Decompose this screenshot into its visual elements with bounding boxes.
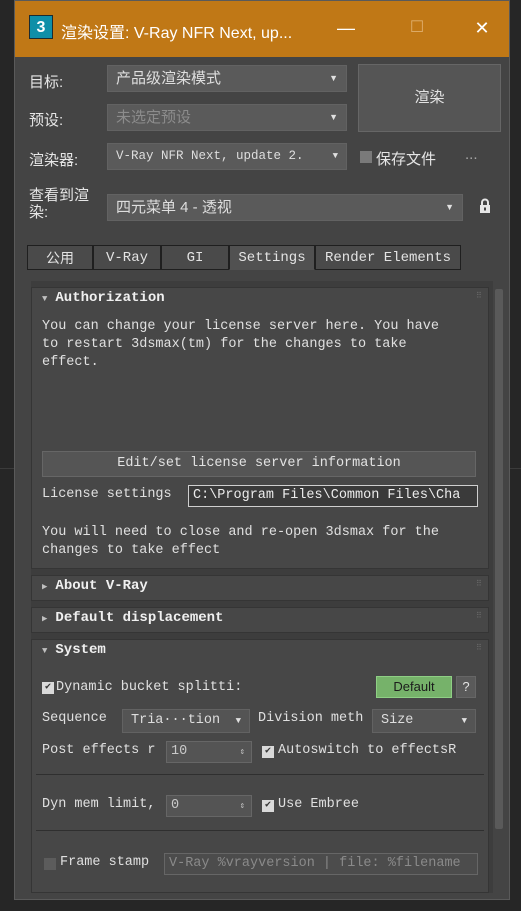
default-displacement-title: Default displacement	[55, 610, 224, 626]
text-line: You will need to close and re-open 3dsma…	[42, 525, 439, 540]
spinner-icon[interactable]: ⇕	[240, 796, 245, 816]
collapse-icon: ▶	[42, 614, 48, 624]
authorization-section: ▼ Authorization ⠿ You can change your lic…	[31, 287, 489, 569]
target-value: 产品级渲染模式	[116, 70, 222, 87]
view-label-line2: 染:	[29, 204, 49, 221]
save-file-checkbox[interactable]	[360, 151, 372, 163]
more-button[interactable]: ...	[465, 146, 478, 163]
tab-vray[interactable]: V-Ray	[93, 245, 161, 270]
frame-stamp-label: Frame stamp	[60, 855, 150, 870]
post-effects-value: 10	[171, 744, 188, 759]
maximize-button[interactable]: ☐	[402, 15, 432, 41]
target-label: 目标:	[29, 74, 64, 91]
expand-icon: ▼	[42, 646, 48, 656]
post-effects-spinner[interactable]: 10 ⇕	[166, 741, 252, 763]
autoswitch-label: Autoswitch to effectsR	[278, 743, 457, 758]
division-method-dropdown[interactable]: Size ▼	[372, 709, 476, 733]
drag-handle-icon[interactable]: ⠿	[476, 613, 482, 621]
expand-icon: ▼	[42, 294, 48, 304]
save-file-label: 保存文件	[376, 151, 437, 168]
sequence-label: Sequence	[42, 711, 107, 726]
preset-dropdown[interactable]: 未选定预设 ▼	[107, 104, 347, 131]
default-button[interactable]: Default	[376, 676, 452, 698]
drag-handle-icon[interactable]: ⠿	[476, 293, 482, 301]
renderer-value: V-Ray NFR Next, update 2.	[116, 149, 304, 163]
text-line: to restart 3dsmax(tm) for the changes to…	[42, 337, 407, 352]
render-setup-window: 3 渲染设置: V-Ray NFR Next, up... — ☐ ✕ 目标: …	[14, 0, 510, 900]
help-button[interactable]: ?	[456, 676, 476, 698]
autoswitch-checkbox[interactable]: ✔	[262, 746, 274, 758]
title-bar[interactable]: 3 渲染设置: V-Ray NFR Next, up... — ☐ ✕	[15, 1, 509, 57]
view-dropdown[interactable]: 四元菜单 4 - 透视 ▼	[107, 194, 463, 221]
system-title: System	[55, 642, 106, 658]
license-settings-label: License settings	[42, 487, 172, 502]
about-vray-header[interactable]: ▶ About V-Ray	[42, 578, 148, 594]
use-embree-checkbox[interactable]: ✔	[262, 800, 274, 812]
chevron-down-icon: ▼	[445, 202, 454, 212]
text-line: effect.	[42, 355, 99, 370]
scrollbar[interactable]	[495, 289, 503, 829]
chevron-down-icon: ▼	[235, 716, 241, 726]
about-vray-title: About V-Ray	[55, 578, 148, 594]
edit-license-server-button[interactable]: Edit/set license server information	[42, 451, 476, 477]
tab-settings[interactable]: Settings	[229, 245, 315, 270]
authorization-description: You can change your license server here.…	[42, 318, 439, 372]
tab-render-elements[interactable]: Render Elements	[315, 245, 461, 270]
license-settings-input[interactable]: C:\Program Files\Common Files\Cha	[188, 485, 478, 507]
target-dropdown[interactable]: 产品级渲染模式 ▼	[107, 65, 347, 92]
dynamic-bucket-checkbox[interactable]: ✔	[42, 682, 54, 694]
authorization-note: You will need to close and re-open 3dsma…	[42, 524, 439, 560]
divider	[36, 830, 484, 831]
spinner-icon[interactable]: ⇕	[240, 742, 245, 762]
chevron-down-icon: ▼	[329, 112, 338, 122]
dyn-mem-value: 0	[171, 798, 180, 813]
division-method-label: Division meth	[258, 711, 364, 726]
drag-handle-icon[interactable]: ⠿	[476, 581, 482, 589]
use-embree-label: Use Embree	[278, 797, 360, 812]
tab-common[interactable]: 公用	[27, 245, 93, 270]
frame-stamp-input[interactable]: V-Ray %vrayversion | file: %filename	[164, 853, 478, 875]
chevron-down-icon: ▼	[329, 73, 338, 83]
preset-value: 未选定预设	[116, 109, 192, 126]
default-displacement-section[interactable]: ▶ Default displacement ⠿	[31, 607, 489, 633]
dynamic-bucket-label: Dynamic bucket splitti:	[56, 680, 243, 695]
preset-label: 预设:	[29, 112, 64, 129]
dyn-mem-spinner[interactable]: 0 ⇕	[166, 795, 252, 817]
dyn-mem-label: Dyn mem limit,	[42, 797, 156, 812]
drag-handle-icon[interactable]: ⠿	[476, 645, 482, 653]
sequence-dropdown[interactable]: Tria···tion ▼	[122, 709, 250, 733]
view-value: 四元菜单 4 - 透视	[116, 199, 232, 216]
text-line: You can change your license server here.…	[42, 319, 439, 334]
collapse-icon: ▶	[42, 582, 48, 592]
renderer-dropdown[interactable]: V-Ray NFR Next, update 2. ▼	[107, 143, 347, 170]
division-method-value: Size	[381, 713, 414, 728]
render-button[interactable]: 渲染	[358, 64, 501, 132]
system-header[interactable]: ▼ System	[42, 642, 106, 658]
about-vray-section[interactable]: ▶ About V-Ray ⠿	[31, 575, 489, 601]
view-label-line1: 查看到渲	[29, 187, 90, 204]
frame-stamp-checkbox[interactable]	[44, 858, 56, 870]
tab-gi[interactable]: GI	[161, 245, 229, 270]
chevron-down-icon: ▼	[461, 716, 467, 726]
text-line: changes to take effect	[42, 543, 221, 558]
authorization-header[interactable]: ▼ Authorization	[42, 290, 165, 306]
system-section: ▼ System ⠿ ✔ Dynamic bucket splitti: Defa…	[31, 639, 489, 893]
authorization-title: Authorization	[55, 290, 165, 306]
minimize-button[interactable]: —	[331, 15, 361, 41]
settings-panel: ▼ Authorization ⠿ You can change your lic…	[31, 281, 493, 893]
divider	[36, 774, 484, 775]
window-title: 渲染设置: V-Ray NFR Next, up...	[61, 25, 293, 42]
default-displacement-header[interactable]: ▶ Default displacement	[42, 610, 223, 626]
post-effects-label: Post effects r	[42, 743, 156, 758]
view-label: 查看到渲 染:	[29, 187, 89, 221]
chevron-down-icon: ▼	[332, 151, 338, 161]
lock-icon[interactable]	[479, 198, 491, 217]
close-button[interactable]: ✕	[467, 15, 497, 41]
sequence-value: Tria···tion	[131, 713, 221, 728]
app-icon: 3	[29, 15, 53, 39]
renderer-label: 渲染器:	[29, 152, 79, 169]
